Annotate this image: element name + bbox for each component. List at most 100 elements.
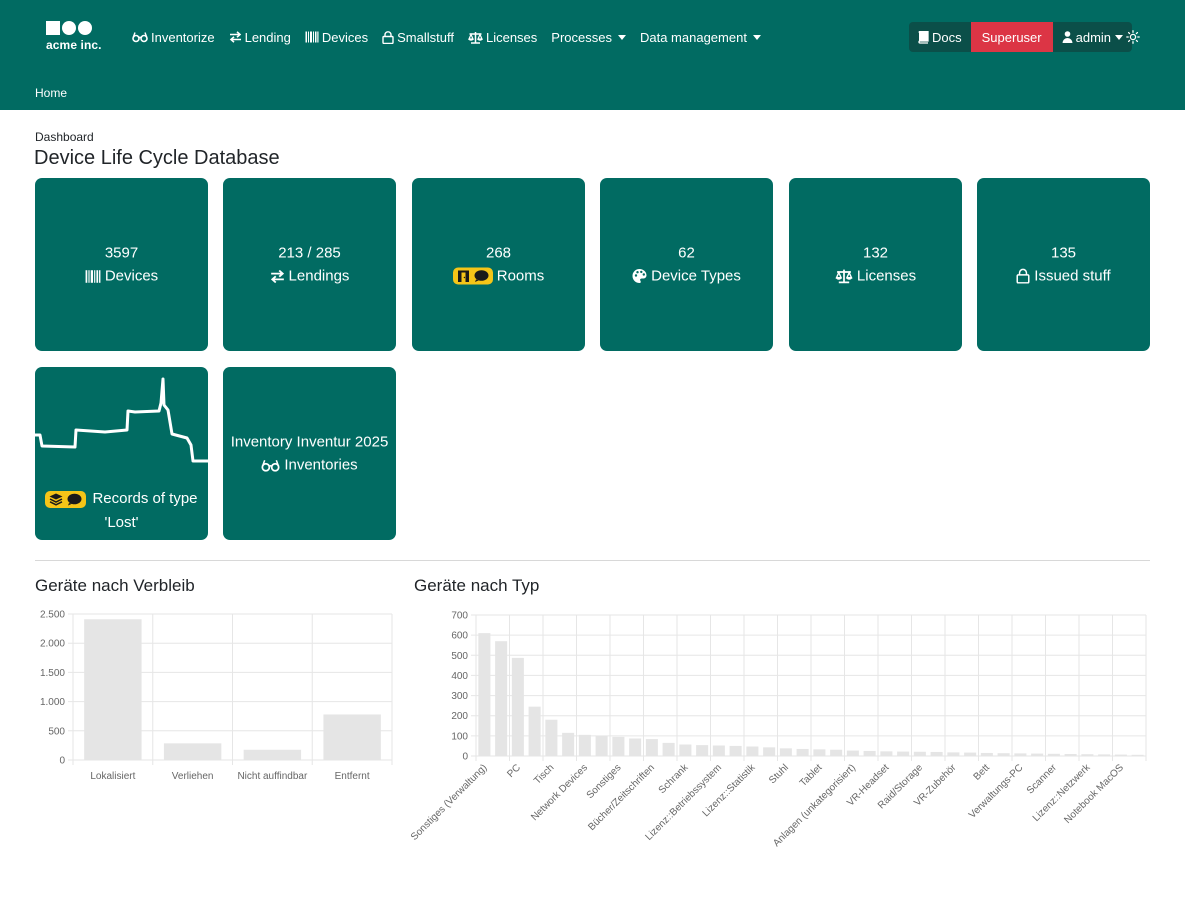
- main-nav: Inventorize Lending Devices Smallstuff L…: [132, 28, 775, 46]
- bar-11: [662, 742, 675, 756]
- bar-19: [796, 748, 809, 756]
- bar-4: [545, 719, 558, 756]
- bar-23: [863, 750, 876, 756]
- bar-13: [696, 745, 709, 756]
- card-licenses[interactable]: 132 Licenses: [789, 178, 962, 351]
- comment-icon: [474, 270, 489, 282]
- bar-25: [897, 751, 910, 756]
- x-tick-label: Scanner: [1025, 762, 1060, 797]
- card-issued-stuff-count: 135: [1050, 244, 1077, 261]
- nav-processes-dropdown[interactable]: Processes: [551, 30, 626, 45]
- docs-button-label: Docs: [932, 29, 962, 45]
- card-lendings-label: Lendings: [288, 267, 350, 284]
- card-devices-count: 3597: [104, 244, 139, 261]
- y-tick-label: 0: [59, 756, 65, 767]
- scale-icon: [468, 31, 483, 44]
- card-issued-stuff[interactable]: 135 Issued stuff: [977, 178, 1150, 351]
- bar-39: [1131, 754, 1144, 756]
- bar-35: [1064, 753, 1077, 756]
- bar-26: [913, 751, 926, 756]
- card-device-types[interactable]: 62 Device Types: [600, 178, 773, 351]
- card-device-types-count: 62: [678, 244, 695, 261]
- x-tick-label: Sonstiges (Verwaltung): [410, 762, 489, 842]
- bar-5: [562, 732, 575, 756]
- superuser-button[interactable]: Superuser: [970, 22, 1053, 52]
- chevron-down-icon: [752, 34, 761, 40]
- y-tick-label: 200: [451, 711, 468, 722]
- chart-typ-title: Geräte nach Typ: [414, 576, 540, 595]
- nav-lending-label: Lending: [244, 29, 291, 45]
- bar-17: [763, 747, 776, 756]
- bar-14: [712, 745, 725, 756]
- bar-31: [997, 753, 1010, 756]
- bar-18: [779, 748, 792, 756]
- card-inventory[interactable]: Inventory Inventur 2025 Inventories: [223, 367, 396, 540]
- nav-lending[interactable]: Lending: [229, 30, 291, 45]
- x-tick-label: Lokalisiert: [90, 771, 135, 782]
- superuser-button-label: Superuser: [981, 29, 1042, 45]
- bar-27: [930, 751, 943, 756]
- top-navbar: acme inc. Inventorize Lending Devices Sm…: [0, 0, 1185, 110]
- bar-1: [163, 743, 222, 760]
- x-tick-label: Verliehen: [172, 771, 214, 782]
- bar-7: [595, 735, 608, 756]
- y-tick-label: 1.500: [40, 668, 65, 679]
- nav-inventorize[interactable]: Inventorize: [132, 30, 215, 45]
- card-lendings-count: 213 / 285: [278, 244, 341, 261]
- y-tick-label: 1.000: [40, 697, 65, 708]
- card-lost-records[interactable]: Records of type 'Lost': [35, 367, 208, 540]
- breadcrumb-home[interactable]: Home: [35, 86, 67, 100]
- nav-smallstuff-label: Smallstuff: [397, 29, 454, 45]
- door-icon: [457, 270, 469, 282]
- bar-1: [495, 641, 508, 756]
- bar-33: [1031, 753, 1044, 756]
- bar-3: [528, 706, 541, 756]
- x-tick-label: Stuhl: [767, 762, 791, 786]
- docs-button[interactable]: Docs: [909, 22, 971, 52]
- bar-28: [947, 752, 960, 756]
- x-tick-label: Entfernt: [335, 771, 370, 782]
- bar-10: [645, 739, 658, 756]
- bar-2: [243, 749, 302, 760]
- bar-3: [323, 714, 381, 760]
- nav-devices[interactable]: Devices: [305, 30, 368, 45]
- y-tick-label: 400: [451, 671, 468, 682]
- glasses-icon: [261, 459, 280, 472]
- sun-icon[interactable]: [1126, 30, 1140, 44]
- bar-22: [846, 750, 859, 756]
- x-tick-label: Bett: [972, 762, 993, 783]
- card-lendings[interactable]: 213 / 285 Lendings: [223, 178, 396, 351]
- card-rooms[interactable]: 268 Rooms: [412, 178, 585, 351]
- bar-15: [729, 745, 742, 756]
- x-tick-label: Schrank: [657, 762, 691, 796]
- nav-data-management-dropdown[interactable]: Data management: [640, 30, 761, 45]
- section-divider: [35, 560, 1150, 561]
- card-inventory-label: Inventories: [284, 456, 358, 473]
- brand-logo[interactable]: acme inc.: [46, 20, 106, 56]
- card-rooms-count: 268: [485, 244, 512, 261]
- nav-devices-label: Devices: [321, 29, 369, 45]
- nav-smallstuff[interactable]: Smallstuff: [382, 30, 454, 45]
- card-devices[interactable]: 3597 Devices: [35, 178, 208, 351]
- admin-user-dropdown[interactable]: admin: [1052, 22, 1133, 52]
- card-licenses-label: Licenses: [856, 267, 917, 284]
- user-icon: [1062, 31, 1073, 43]
- palette-icon: [632, 269, 647, 283]
- x-tick-label: Nicht auffindbar: [237, 771, 308, 782]
- bar-38: [1114, 754, 1127, 756]
- nav-data-management-label: Data management: [639, 29, 747, 45]
- bar-30: [980, 752, 993, 756]
- bar-37: [1098, 754, 1111, 756]
- nav-inventorize-label: Inventorize: [151, 29, 215, 45]
- arrows-exchange-icon: [229, 31, 241, 43]
- y-tick-label: 2.500: [40, 610, 65, 621]
- nav-licenses[interactable]: Licenses: [468, 30, 537, 45]
- nav-processes-label: Processes: [551, 29, 612, 45]
- card-device-types-label: Device Types: [651, 267, 741, 284]
- bar-16: [746, 746, 759, 756]
- bar-20: [813, 749, 826, 756]
- bar-6: [578, 734, 591, 756]
- bar-32: [1014, 753, 1027, 756]
- book-icon: [918, 30, 929, 44]
- y-tick-label: 0: [462, 752, 468, 763]
